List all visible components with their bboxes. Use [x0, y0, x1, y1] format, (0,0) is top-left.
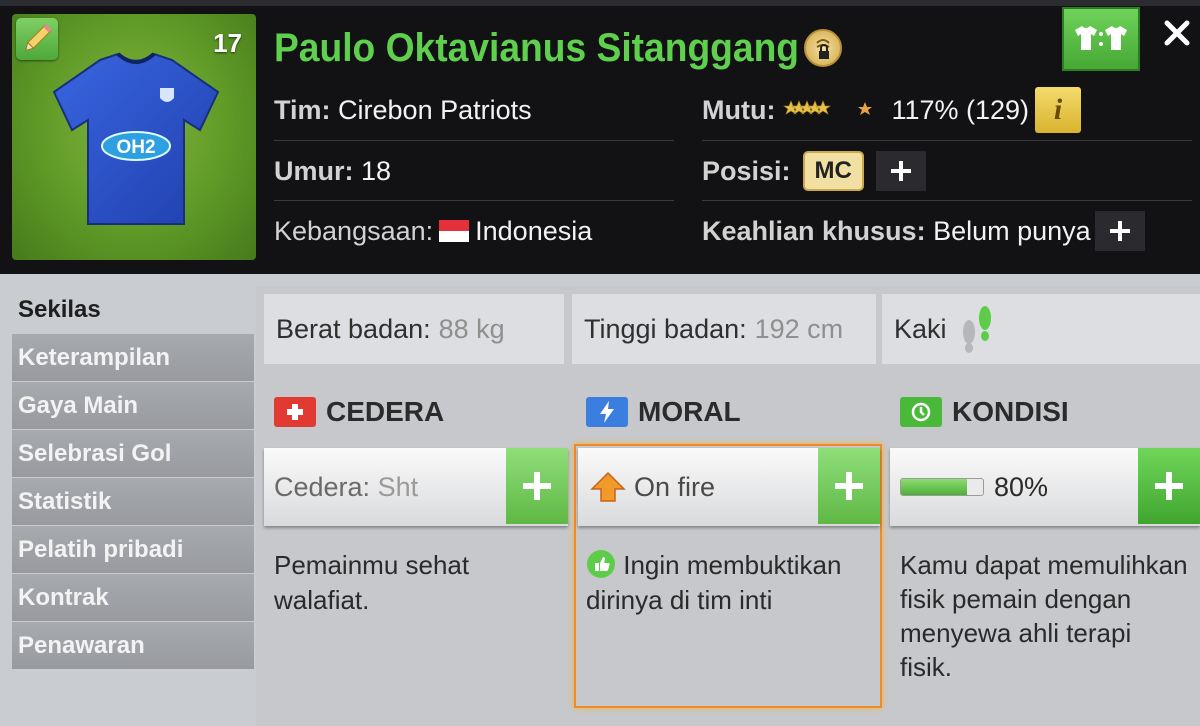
- sidebar-item-label: Pelatih pribadi: [18, 535, 184, 563]
- sidebar-item-label: Sekilas: [18, 295, 101, 323]
- jersey-sponsor: OH2: [116, 137, 155, 158]
- team-value: Cirebon Patriots: [338, 94, 532, 125]
- top-strip: [0, 0, 1200, 6]
- sidebar-item-label: Penawaran: [18, 631, 145, 659]
- plus-icon: [1155, 472, 1183, 500]
- foot-stat: Kaki: [882, 294, 1200, 364]
- height-stat: Tinggi badan: 192 cm: [572, 294, 876, 364]
- sidebar: Sekilas Keterampilan Gaya Main Selebrasi…: [12, 286, 254, 670]
- condition-bar-fill: [901, 479, 967, 495]
- morale-heading: MORAL: [586, 396, 741, 428]
- injury-status-value: Sht: [377, 471, 419, 502]
- special-skill-row: Keahlian khusus: Belum punya: [702, 201, 1145, 261]
- height-label: Tinggi badan:: [584, 313, 747, 344]
- thumbs-up-icon: [587, 550, 615, 578]
- morale-title: MORAL: [638, 396, 741, 427]
- quality-row: Mutu: 117% (129) i: [702, 80, 1082, 140]
- add-position-button[interactable]: [875, 151, 926, 191]
- sidebar-item-offers[interactable]: Penawaran: [12, 622, 254, 669]
- sidebar-item-overview[interactable]: Sekilas: [12, 286, 254, 333]
- nationality-value: Indonesia: [475, 215, 593, 246]
- condition-heading: KONDISI: [900, 396, 1069, 428]
- close-icon: [1164, 20, 1190, 46]
- position-label: Posisi:: [702, 155, 791, 186]
- condition-status-box: 80%: [890, 448, 1200, 526]
- condition-description: Kamu dapat memulihkan fisik pemain denga…: [900, 550, 1188, 682]
- sidebar-item-label: Gaya Main: [18, 391, 139, 419]
- team-row: Tim: Cirebon Patriots: [274, 80, 532, 140]
- foot-label: Kaki: [894, 313, 947, 344]
- overview-panel: Berat badan: 88 kg Tinggi badan: 192 cm Ka…: [256, 286, 1200, 726]
- quality-label: Mutu:: [702, 94, 776, 125]
- quality-value: 117% (129): [891, 94, 1030, 125]
- condition-percent: 80%: [994, 471, 1049, 502]
- plus-icon: [523, 472, 551, 500]
- jersey-shirt-icon: OH2: [52, 52, 220, 225]
- condition-add-button[interactable]: [1138, 448, 1200, 524]
- morale-add-button[interactable]: [818, 448, 880, 524]
- sidebar-item-label: Keterampilan: [18, 343, 171, 371]
- special-skill-value: Belum punya: [933, 215, 1091, 246]
- weight-value: 88 kg: [438, 313, 505, 344]
- lightning-icon: [586, 397, 628, 427]
- arrow-up-icon: [590, 471, 626, 502]
- flag-icon: [439, 220, 470, 242]
- sidebar-item-personal-coach[interactable]: Pelatih pribadi: [12, 526, 254, 573]
- sidebar-item-goal-celebration[interactable]: Selebrasi Gol: [12, 430, 254, 477]
- condition-title: KONDISI: [952, 396, 1069, 427]
- player-header: 17 OH2 Paulo Oktavianus Sitanggang Tim: …: [0, 0, 1200, 274]
- injury-description: Pemainmu sehat walafiat.: [274, 550, 470, 615]
- age-label: Umur:: [274, 155, 354, 186]
- kit-button[interactable]: [1062, 7, 1140, 71]
- age-row: Umur: 18: [274, 141, 391, 201]
- plus-icon: [890, 161, 911, 181]
- first-aid-icon: [274, 397, 316, 427]
- player-name: Paulo Oktavianus Sitanggang: [274, 26, 800, 70]
- recovery-icon: [900, 397, 942, 427]
- jersey-card: 17 OH2: [12, 14, 256, 260]
- sidebar-item-skills[interactable]: Keterampilan: [12, 334, 254, 381]
- nationality-label: Kebangsaan:: [274, 215, 434, 246]
- injury-add-button[interactable]: [506, 448, 568, 524]
- sidebar-item-play-style[interactable]: Gaya Main: [12, 382, 254, 429]
- weight-stat: Berat badan: 88 kg: [264, 294, 564, 364]
- condition-bar: [900, 478, 984, 496]
- close-button[interactable]: [1162, 18, 1192, 48]
- add-special-skill-button[interactable]: [1094, 211, 1145, 251]
- weight-label: Berat badan:: [276, 313, 431, 344]
- plus-icon: [835, 472, 863, 500]
- age-value: 18: [361, 155, 392, 186]
- team-label: Tim:: [274, 94, 331, 125]
- injury-status-label: Cedera:: [274, 471, 371, 502]
- morale-status: On fire: [634, 471, 716, 502]
- injury-heading: CEDERA: [274, 396, 444, 428]
- position-badge[interactable]: MC: [802, 151, 864, 191]
- sidebar-item-statistics[interactable]: Statistik: [12, 478, 254, 525]
- footprints-icon: [962, 306, 991, 353]
- kit-icon: [1075, 26, 1127, 50]
- morale-status-box: On fire: [578, 448, 880, 526]
- height-value: 192 cm: [754, 313, 844, 344]
- plus-icon: [1109, 221, 1130, 241]
- info-button[interactable]: i: [1035, 87, 1082, 133]
- sidebar-item-contract[interactable]: Kontrak: [12, 574, 254, 621]
- position-row: Posisi: MC: [702, 141, 926, 201]
- lock-icon[interactable]: [804, 29, 842, 67]
- sidebar-item-label: Statistik: [18, 487, 112, 515]
- sidebar-item-label: Kontrak: [18, 583, 109, 611]
- quality-stars: [783, 99, 879, 121]
- injury-status-box: Cedera: Sht: [264, 448, 568, 526]
- star-rating-icon: [783, 100, 873, 115]
- injury-title: CEDERA: [326, 396, 445, 427]
- sidebar-item-label: Selebrasi Gol: [18, 439, 172, 467]
- nationality-row: Kebangsaan: Indonesia: [274, 201, 592, 261]
- morale-description: Ingin membuktikan dirinya di tim inti: [586, 550, 842, 615]
- info-icon: i: [1053, 93, 1063, 126]
- special-skill-label: Keahlian khusus:: [702, 215, 926, 246]
